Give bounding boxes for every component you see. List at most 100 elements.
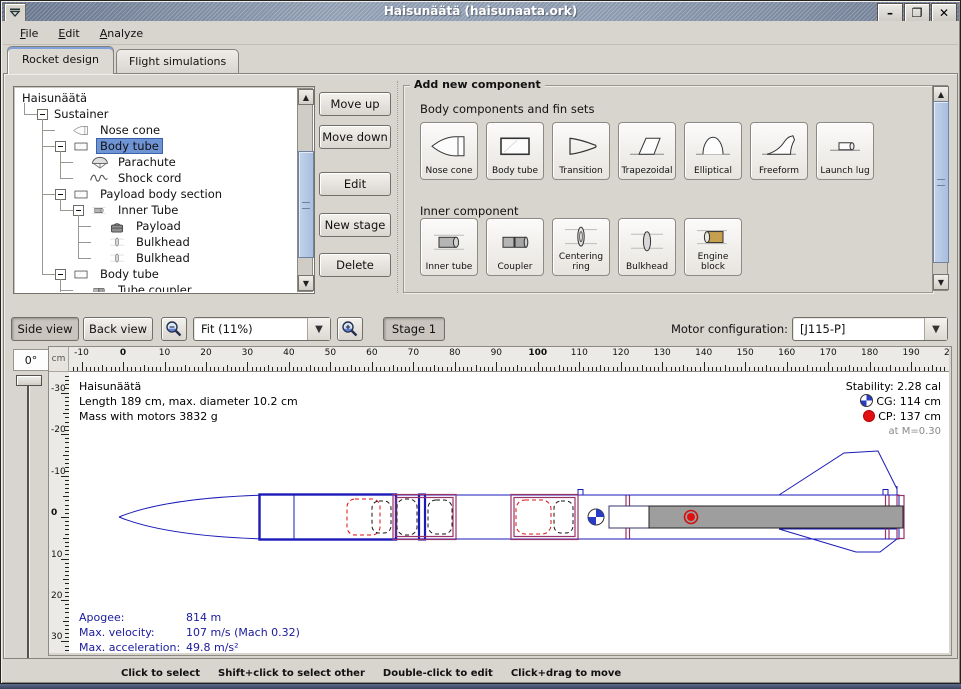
tree-item-nose-cone[interactable]: Nose cone <box>55 122 163 138</box>
ruler-tick <box>285 367 286 371</box>
zoom-in-button[interactable] <box>337 317 363 341</box>
add-inner-tube-button[interactable]: Inner tube <box>420 218 478 276</box>
tree-expander-icon[interactable] <box>37 109 48 120</box>
ruler-tick <box>729 367 730 371</box>
ruler-tick <box>505 367 506 371</box>
flight-data-row: Max. acceleration:49.8 m/s² <box>79 640 300 653</box>
scroll-down-icon[interactable]: ▼ <box>933 274 949 290</box>
motor-configuration-label: Motor configuration: <box>671 322 788 336</box>
menu-analyze[interactable]: Analyze <box>91 24 152 43</box>
back-view-button[interactable]: Back view <box>83 317 153 341</box>
tree-expander-icon[interactable] <box>55 189 66 200</box>
ruler-tick <box>289 362 290 371</box>
scroll-up-icon[interactable]: ▲ <box>933 86 949 102</box>
zoom-out-button[interactable] <box>161 317 187 341</box>
titlebar[interactable]: Haisunäätä (haisunaata.ork) – ❐ ✕ <box>2 2 959 21</box>
ruler-tick <box>567 367 568 371</box>
bodytube-icon <box>69 140 93 153</box>
tree-expander-icon[interactable] <box>55 141 66 152</box>
ruler-tick <box>812 367 813 371</box>
tree-item-inner-tube[interactable]: Inner Tube <box>73 202 181 218</box>
add-body-tube-button[interactable]: Body tube <box>486 122 544 180</box>
add-engine-block-button[interactable]: Engine block <box>684 218 742 276</box>
flight-value: 107 m/s (Mach 0.32) <box>186 625 300 640</box>
add-bulkhead-button[interactable]: Bulkhead <box>618 218 676 276</box>
add-nose-cone-button[interactable]: Nose cone <box>420 122 478 180</box>
tab-rocket-design[interactable]: Rocket design <box>7 46 114 74</box>
tree-connector <box>42 194 55 195</box>
menu-file[interactable]: File <box>11 24 47 43</box>
delete-button[interactable]: Delete <box>319 253 391 277</box>
tree-item-shock-cord[interactable]: Shock cord <box>73 170 184 186</box>
tree-scrollbar[interactable]: ▲ ▼ <box>297 88 313 292</box>
maximize-button[interactable]: ❐ <box>904 3 930 21</box>
tree-expander-icon[interactable] <box>55 269 66 280</box>
ruler-tick <box>832 367 833 371</box>
new-stage-button[interactable]: New stage <box>319 213 391 237</box>
ruler-tick <box>426 367 427 371</box>
tab-flight-simulations[interactable]: Flight simulations <box>116 49 239 74</box>
tree-item-tube-coupler[interactable]: Tube coupler <box>73 282 195 292</box>
chevron-down-icon: ▼ <box>307 318 330 340</box>
motor-mount-tube <box>609 506 649 528</box>
tree-item-sustainer[interactable]: Sustainer <box>37 106 111 122</box>
side-view-button[interactable]: Side view <box>11 317 79 341</box>
tree-item-body-tube[interactable]: Body tube <box>55 266 162 282</box>
close-button[interactable]: ✕ <box>931 3 957 21</box>
rotation-slider-track[interactable] <box>27 377 29 658</box>
motor-configuration-select[interactable]: [J115-P] ▼ <box>792 317 948 341</box>
tree-item-haisunäätä[interactable]: Haisunäätä <box>19 90 90 106</box>
rocket-canvas[interactable]: Haisunäätä Length 189 cm, max. diameter … <box>69 372 949 653</box>
add-centering-ring-button[interactable]: Centering ring <box>552 218 610 276</box>
tree-item-label: Inner Tube <box>115 203 181 217</box>
tree-item-body-tube[interactable]: Body tube <box>55 138 162 154</box>
rotation-slider-handle[interactable] <box>16 375 42 386</box>
move-up-button[interactable]: Move up <box>319 92 391 116</box>
tree-expander-icon[interactable] <box>73 205 84 216</box>
tree-scrollbar-thumb[interactable] <box>298 151 314 258</box>
add-launch-lug-button[interactable]: Launch lug <box>816 122 874 180</box>
ruler-tick <box>642 365 643 371</box>
edit-button[interactable]: Edit <box>319 172 391 196</box>
ruler-tick <box>758 367 759 371</box>
ruler-tick <box>397 367 398 371</box>
tree-connector <box>60 151 61 178</box>
tree-item-parachute[interactable]: Parachute <box>73 154 179 170</box>
ruler-tick <box>156 367 157 371</box>
tree-item-payload-body-section[interactable]: Payload body section <box>55 186 225 202</box>
tree-connector <box>78 242 91 243</box>
component-scrollbar-thumb[interactable] <box>933 101 949 263</box>
ruler-label: 0 <box>120 348 126 358</box>
tree-item-bulkhead[interactable]: Bulkhead <box>91 234 193 250</box>
component-tree[interactable]: HaisunäätäSustainerNose coneBody tubePar… <box>15 88 297 292</box>
ruler-tick <box>471 367 472 371</box>
tree-connector <box>60 162 73 163</box>
ruler-label: 10 <box>51 550 62 560</box>
ruler-tick <box>281 367 282 371</box>
scroll-up-icon[interactable]: ▲ <box>298 89 314 105</box>
stage-1-toggle[interactable]: Stage 1 <box>383 317 445 341</box>
panel-splitter[interactable] <box>397 81 398 293</box>
scroll-down-icon[interactable]: ▼ <box>298 275 314 291</box>
menu-edit[interactable]: Edit <box>49 24 88 43</box>
ruler-tick <box>899 367 900 371</box>
component-button-row: Nose coneBody tubeTransitionTrapezoidalE… <box>420 122 874 180</box>
rotation-angle-field[interactable]: 0° <box>13 349 49 371</box>
zoom-level-select[interactable]: Fit (11%) ▼ <box>193 317 331 341</box>
minimize-button[interactable]: – <box>877 3 903 21</box>
ruler-tick <box>944 367 945 371</box>
tree-item-payload[interactable]: Payload <box>91 218 184 234</box>
ruler-tick <box>115 367 116 371</box>
ruler-label: 40 <box>283 348 294 358</box>
tree-connector <box>78 258 91 259</box>
tree-item-bulkhead[interactable]: Bulkhead <box>91 250 193 266</box>
ruler-unit-label: cm <box>49 347 69 372</box>
add-trapezoidal-button[interactable]: Trapezoidal <box>618 122 676 180</box>
add-freeform-button[interactable]: Freeform <box>750 122 808 180</box>
add-transition-button[interactable]: Transition <box>552 122 610 180</box>
component-panel-scrollbar[interactable]: ▲ ▼ <box>932 85 948 291</box>
tree-item-label: Payload body section <box>97 187 225 201</box>
add-coupler-button[interactable]: Coupler <box>486 218 544 276</box>
add-elliptical-button[interactable]: Elliptical <box>684 122 742 180</box>
move-down-button[interactable]: Move down <box>319 125 391 149</box>
